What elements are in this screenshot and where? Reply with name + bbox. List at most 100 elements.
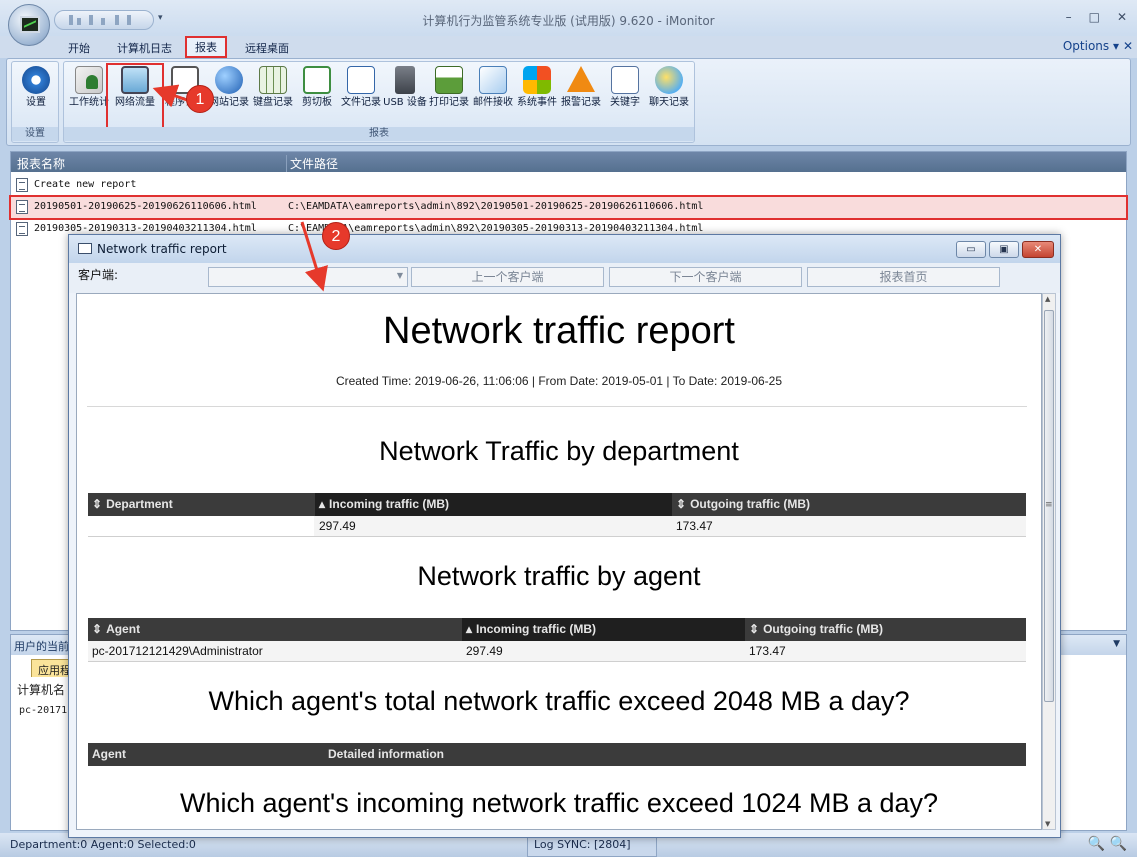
document-icon	[16, 178, 28, 192]
col-detailed-info[interactable]: Detailed information	[324, 743, 724, 766]
report-name: 20190501-20190625-20190626110606.html	[34, 201, 257, 212]
tab-remote-desktop[interactable]: 远程桌面	[245, 40, 289, 56]
col-computer-name[interactable]: 计算机名	[17, 681, 65, 698]
table-header: ⇕ Agent ▴ Incoming traffic (MB) ⇕ Outgoi…	[88, 618, 1026, 641]
close-button[interactable]: ✕	[1117, 10, 1127, 24]
list-item[interactable]: Create new report	[11, 175, 1126, 196]
work-stats-icon	[75, 66, 103, 94]
col-incoming-label: Incoming traffic (MB)	[476, 622, 597, 636]
ribbon-btn-website-log[interactable]: 网站记录	[207, 66, 251, 109]
exceed-2048-table: Agent Detailed information	[88, 743, 1026, 766]
minimize-button[interactable]: –	[1066, 10, 1072, 24]
section-heading: Network Traffic by department	[379, 436, 739, 466]
report-path: C:\EAMDATA\eamreports\admin\892\20190501…	[288, 201, 704, 212]
prev-client-button[interactable]: 上一个客户端	[411, 267, 604, 287]
scroll-down-icon[interactable]: ▼	[1045, 820, 1050, 828]
report-meta: Created Time: 2019-06-26, 11:06:06 | Fro…	[335, 374, 783, 388]
col-incoming[interactable]: ▴ Incoming traffic (MB)	[462, 618, 745, 641]
ribbon-btn-network-traffic[interactable]: 网络流量	[106, 63, 164, 131]
settings-group-label: 设置	[12, 127, 58, 141]
printer-icon	[435, 66, 463, 94]
ribbon-btn-keyword[interactable]: 关键字	[603, 66, 647, 109]
department-table: ⇕ Department ▴ Incoming traffic (MB) ⇕ O…	[88, 493, 1026, 539]
ribbon-btn-file-log[interactable]: 文件记录	[339, 66, 383, 109]
report-path: C:\EAMDATA\eamreports\admin\892\20190305…	[288, 223, 704, 234]
options-label: Options	[1062, 39, 1110, 53]
col-outgoing-label: Outgoing traffic (MB)	[763, 622, 884, 636]
app-menu-button[interactable]	[8, 4, 50, 46]
child-close-button[interactable]: ✕	[1022, 241, 1054, 258]
col-outgoing[interactable]: ⇕ Outgoing traffic (MB)	[672, 493, 1026, 516]
status-counts: Department:0 Agent:0 Selected:0	[10, 838, 196, 851]
maximize-button[interactable]: □	[1089, 10, 1100, 24]
report-title: Network traffic report	[383, 310, 735, 352]
keyboard-icon	[259, 66, 287, 94]
ribbon-btn-clipboard[interactable]: 剪切板	[295, 66, 339, 109]
ribbon-btn-chat-log[interactable]: 聊天记录	[647, 66, 691, 109]
reports-group: 工作统计 网络流量 程序记录 网站记录 键盘记录 剪切板 文件记录 USB 设备…	[63, 61, 695, 143]
department-cell	[88, 516, 314, 536]
client-select[interactable]: ▼	[208, 267, 408, 287]
clipboard-label: 剪切板	[302, 97, 332, 108]
col-agent[interactable]: Agent	[88, 743, 324, 766]
report-name: 20190305-20190313-20190403211304.html	[34, 223, 257, 234]
col-report-name[interactable]: 报表名称	[17, 155, 65, 172]
vertical-scrollbar[interactable]: ▲ ≡ ▼	[1042, 293, 1056, 830]
system-events-label: 系统事件	[517, 97, 557, 108]
computer-name-value: pc-20171	[19, 705, 68, 716]
zoom-icons[interactable]: 🔍 🔍	[1088, 836, 1127, 852]
col-outgoing[interactable]: ⇕ Outgoing traffic (MB)	[745, 618, 1026, 641]
reports-group-label: 报表	[64, 127, 694, 141]
col-file-path[interactable]: 文件路径	[286, 155, 338, 172]
scroll-up-icon[interactable]: ▲	[1045, 295, 1050, 303]
ribbon-btn-usb-device[interactable]: USB 设备	[383, 66, 427, 109]
network-traffic-icon	[121, 66, 149, 94]
next-client-button[interactable]: 下一个客户端	[609, 267, 802, 287]
tab-computer-log[interactable]: 计算机日志	[117, 40, 172, 56]
child-maximize-button[interactable]: ▣	[989, 241, 1019, 258]
file-icon	[347, 66, 375, 94]
child-minimize-button[interactable]: ▭	[956, 241, 986, 258]
document-icon	[16, 222, 28, 236]
ribbon-btn-work-stats[interactable]: 工作统计	[67, 66, 111, 109]
col-incoming[interactable]: ▴ Incoming traffic (MB)	[315, 493, 672, 516]
col-department-label: Department	[106, 497, 173, 511]
table-row: 297.49 173.47	[88, 516, 1026, 537]
monitor-icon	[20, 16, 40, 33]
mail-icon	[479, 66, 507, 94]
ribbon-btn-mail-receive[interactable]: 邮件接收	[471, 66, 515, 109]
website-log-label: 网站记录	[209, 97, 249, 108]
ribbon: 设置 设置 工作统计 网络流量 程序记录 网站记录 键盘记录 剪切板 文件记录 …	[6, 58, 1131, 146]
keyboard-log-label: 键盘记录	[253, 97, 293, 108]
options-menu[interactable]: Options ▾	[1063, 39, 1119, 53]
work-stats-label: 工作统计	[69, 97, 109, 108]
col-agent[interactable]: ⇕ Agent	[88, 618, 462, 641]
report-home-button[interactable]: 报表首页	[807, 267, 1000, 287]
outgoing-cell: 173.47	[749, 644, 786, 658]
title-bar: ▾ 计算机行为监管系统专业版 (试用版) 9.620 - iMonitor – …	[0, 0, 1137, 40]
table-header: ⇕ Department ▴ Incoming traffic (MB) ⇕ O…	[88, 493, 1026, 516]
outgoing-cell: 173.47	[676, 519, 713, 533]
settings-group: 设置 设置	[11, 61, 59, 143]
ribbon-btn-system-events[interactable]: 系统事件	[515, 66, 559, 109]
client-toolbar: 客户端: ▼ 上一个客户端 下一个客户端 报表首页	[69, 263, 1060, 293]
ribbon-btn-print-log[interactable]: 打印记录	[427, 66, 471, 109]
tab-start[interactable]: 开始	[68, 40, 90, 56]
document-icon	[16, 200, 28, 214]
ribbon-btn-keyboard-log[interactable]: 键盘记录	[251, 66, 295, 109]
agent-table: ⇕ Agent ▴ Incoming traffic (MB) ⇕ Outgoi…	[88, 618, 1026, 664]
chat-log-label: 聊天记录	[649, 97, 689, 108]
chevron-down-icon[interactable]: ▼	[1113, 639, 1120, 649]
ribbon-btn-alert-log[interactable]: 报警记录	[559, 66, 603, 109]
tab-reports[interactable]: 报表	[185, 36, 227, 58]
annotation-badge-1: 1	[186, 85, 214, 113]
keyword-icon	[611, 66, 639, 94]
ribbon-close-icon[interactable]: ✕	[1123, 39, 1133, 53]
col-department[interactable]: ⇕ Department	[88, 493, 315, 516]
list-item-selected[interactable]: 20190501-20190625-20190626110606.html C:…	[9, 195, 1128, 220]
report-window: Network traffic report ▭ ▣ ✕ 客户端: ▼ 上一个客…	[68, 234, 1061, 838]
section-heading: Which agent's total network traffic exce…	[208, 686, 910, 716]
settings-button[interactable]: 设置	[14, 66, 58, 109]
section-heading: Which agent's incoming network traffic e…	[179, 788, 939, 818]
alert-log-label: 报警记录	[561, 97, 601, 108]
